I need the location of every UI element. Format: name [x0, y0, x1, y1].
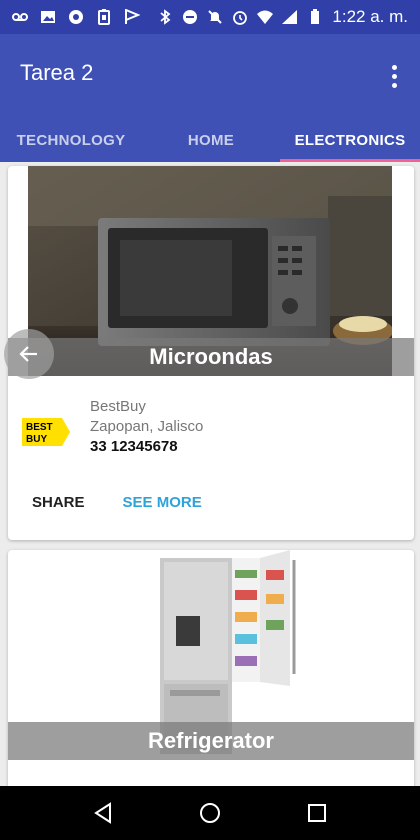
previous-button[interactable]	[4, 329, 54, 379]
app-title: Tarea 2	[20, 60, 94, 85]
recents-square-icon	[307, 804, 326, 822]
alarm-icon	[233, 11, 248, 25]
store-details: BestBuy Zapopan, Jalisco 33 12345678	[90, 398, 203, 468]
store-info-row: BEST BUY BestBuy Zapopan, Jalisco 33 123…	[22, 398, 402, 468]
card-caption: Microondas	[8, 338, 414, 376]
status-system: 1:22 a. m.	[157, 7, 408, 27]
wifi-icon	[257, 10, 274, 24]
notifications-off-icon	[208, 10, 223, 24]
status-bar: 1:22 a. m.	[0, 0, 420, 34]
nav-home-button[interactable]	[193, 796, 227, 830]
do-not-disturb-icon	[183, 10, 198, 24]
tab-technology[interactable]: TECHNOLOGY	[0, 118, 142, 162]
tab-home[interactable]: HOME	[142, 118, 280, 162]
svg-text:BEST: BEST	[26, 422, 53, 433]
overflow-menu-icon[interactable]	[382, 58, 406, 94]
clock: 1:22 a. m.	[332, 7, 408, 26]
card-caption: Refrigerator	[8, 722, 414, 760]
tab-electronics[interactable]: ELECTRONICS	[280, 118, 420, 162]
bestbuy-logo-icon: BEST BUY	[22, 418, 70, 446]
app-bar: Tarea 2 TECHNOLOGY HOME ELECTRONICS	[0, 34, 420, 162]
battery-saver-icon	[98, 9, 110, 25]
status-notifications	[12, 9, 140, 25]
nav-recents-button[interactable]	[300, 796, 334, 830]
battery-icon	[311, 9, 320, 24]
card-actions: SHARE SEE MORE	[32, 494, 202, 511]
image-icon	[41, 11, 55, 23]
flag-icon	[125, 9, 140, 24]
arrow-left-icon	[19, 346, 37, 362]
app-screen: 1:22 a. m. Tarea 2 TECHNOLOGY HOME ELECT…	[0, 0, 420, 840]
home-circle-icon	[199, 803, 220, 823]
product-card[interactable]: Refrigerator	[8, 550, 414, 800]
voicemail-icon	[12, 13, 28, 21]
share-button[interactable]: SHARE	[32, 494, 85, 511]
svg-text:BUY: BUY	[26, 434, 47, 445]
store-name: BestBuy	[90, 398, 146, 415]
back-triangle-icon	[94, 802, 112, 824]
nav-back-button[interactable]	[86, 796, 120, 830]
tab-bar: TECHNOLOGY HOME ELECTRONICS	[0, 118, 420, 162]
product-card[interactable]: Microondas BEST BUY BestBuy Zapopan, Jal…	[8, 166, 414, 540]
store-location: Zapopan, Jalisco	[90, 418, 204, 435]
store-phone: 33 12345678	[90, 438, 178, 455]
record-icon	[69, 10, 83, 24]
system-nav-bar	[0, 786, 420, 840]
bluetooth-icon	[160, 9, 171, 25]
see-more-button[interactable]: SEE MORE	[123, 494, 202, 511]
cell-signal-icon	[282, 10, 298, 24]
